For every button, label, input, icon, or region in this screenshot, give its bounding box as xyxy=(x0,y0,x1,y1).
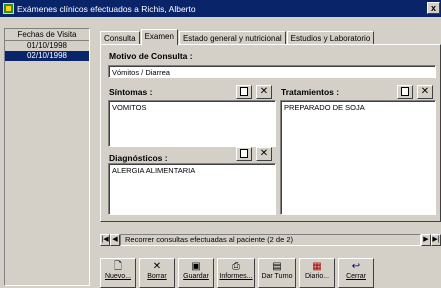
tab-consulta[interactable]: Consulta xyxy=(100,31,140,45)
x-icon: ✕ xyxy=(152,261,162,272)
borrar-button[interactable]: ✕ Borrar xyxy=(139,258,175,288)
cerrar-button[interactable]: ↩ Cerrar xyxy=(338,258,374,288)
tratamientos-label: Tratamientos : xyxy=(281,87,340,97)
guardar-label: Guardar xyxy=(183,273,209,280)
tratamientos-new-button[interactable] xyxy=(397,85,413,99)
diagnosticos-delete-button[interactable]: ✕ xyxy=(256,147,272,161)
prev-record-button[interactable]: ◀ xyxy=(110,233,120,246)
floppy-icon: ▣ xyxy=(191,261,201,272)
document-icon: 🗋 xyxy=(113,261,123,272)
document-icon xyxy=(401,87,409,96)
borrar-label: Borrar xyxy=(147,273,167,280)
diario-button[interactable]: ▦ Diario... xyxy=(299,258,335,288)
document-icon xyxy=(240,87,248,96)
sintomas-delete-button[interactable]: ✕ xyxy=(256,85,272,99)
last-record-button[interactable]: ▶| xyxy=(431,233,441,246)
visit-date-item[interactable]: 01/10/1998 xyxy=(5,41,89,51)
exit-icon: ↩ xyxy=(351,261,361,272)
visit-dates-list[interactable]: Fechas de Visita 01/10/1998 02/10/1998 xyxy=(4,28,90,286)
tratamientos-textarea[interactable]: PREPARADO DE SOJA xyxy=(280,100,436,215)
examen-panel: Motivo de Consulta : Vómitos / Diarrea S… xyxy=(100,44,441,222)
motivo-label: Motivo de Consulta : xyxy=(109,51,193,61)
diario-label: Diario... xyxy=(304,273,330,280)
tab-estudios[interactable]: Estudios y Laboratorio xyxy=(286,31,375,45)
nuevo-label: Nuevo... xyxy=(104,273,132,280)
dar-turno-label: Dar Turno xyxy=(261,273,293,280)
motivo-input[interactable]: Vómitos / Diarrea xyxy=(108,65,436,78)
printer-icon: ⎙ xyxy=(232,261,240,272)
informes-button[interactable]: ⎙ Informes... xyxy=(217,258,255,288)
diagnosticos-textarea[interactable]: ALERGIA ALIMENTARIA xyxy=(108,163,276,215)
diagnosticos-new-button[interactable] xyxy=(236,147,252,161)
visit-dates-header: Fechas de Visita xyxy=(5,29,89,41)
next-record-button[interactable]: ▶ xyxy=(421,233,431,246)
guardar-button[interactable]: ▣ Guardar xyxy=(178,258,214,288)
tab-strip: Consulta Examen Estado general y nutrici… xyxy=(100,29,375,45)
title-bar: Exámenes clínicos efectuados a Richis, A… xyxy=(0,0,441,17)
tab-examen[interactable]: Examen xyxy=(140,29,178,45)
record-navigator: |◀ ◀ Recorrer consultas efectuadas al pa… xyxy=(100,233,441,246)
first-record-button[interactable]: |◀ xyxy=(100,233,110,246)
bottom-toolbar: 🗋 Nuevo... ✕ Borrar ▣ Guardar ⎙ Informes… xyxy=(100,258,377,288)
cerrar-label: Cerrar xyxy=(346,273,366,280)
nuevo-button[interactable]: 🗋 Nuevo... xyxy=(100,258,136,288)
dar-turno-button[interactable]: ▤ Dar Turno xyxy=(258,258,296,288)
diagnosticos-label: Diagnósticos : xyxy=(109,153,168,163)
tab-estado-general[interactable]: Estado general y nutricional xyxy=(178,31,286,45)
tratamientos-delete-button[interactable]: ✕ xyxy=(417,85,433,99)
app-icon xyxy=(3,3,14,14)
informes-label: Informes... xyxy=(219,273,253,280)
sintomas-new-button[interactable] xyxy=(236,85,252,99)
sintomas-textarea[interactable]: VOMITOS xyxy=(108,100,276,147)
navigator-caption: Recorrer consultas efectuadas al pacient… xyxy=(120,233,421,246)
window-title: Exámenes clínicos efectuados a Richis, A… xyxy=(17,3,196,14)
calendar-icon: ▦ xyxy=(312,261,322,272)
document-icon xyxy=(240,149,248,158)
close-button[interactable]: x xyxy=(427,2,440,14)
clipboard-icon: ▤ xyxy=(272,261,282,272)
visit-date-item-selected[interactable]: 02/10/1998 xyxy=(5,51,89,61)
sintomas-label: Síntomas : xyxy=(109,87,153,97)
